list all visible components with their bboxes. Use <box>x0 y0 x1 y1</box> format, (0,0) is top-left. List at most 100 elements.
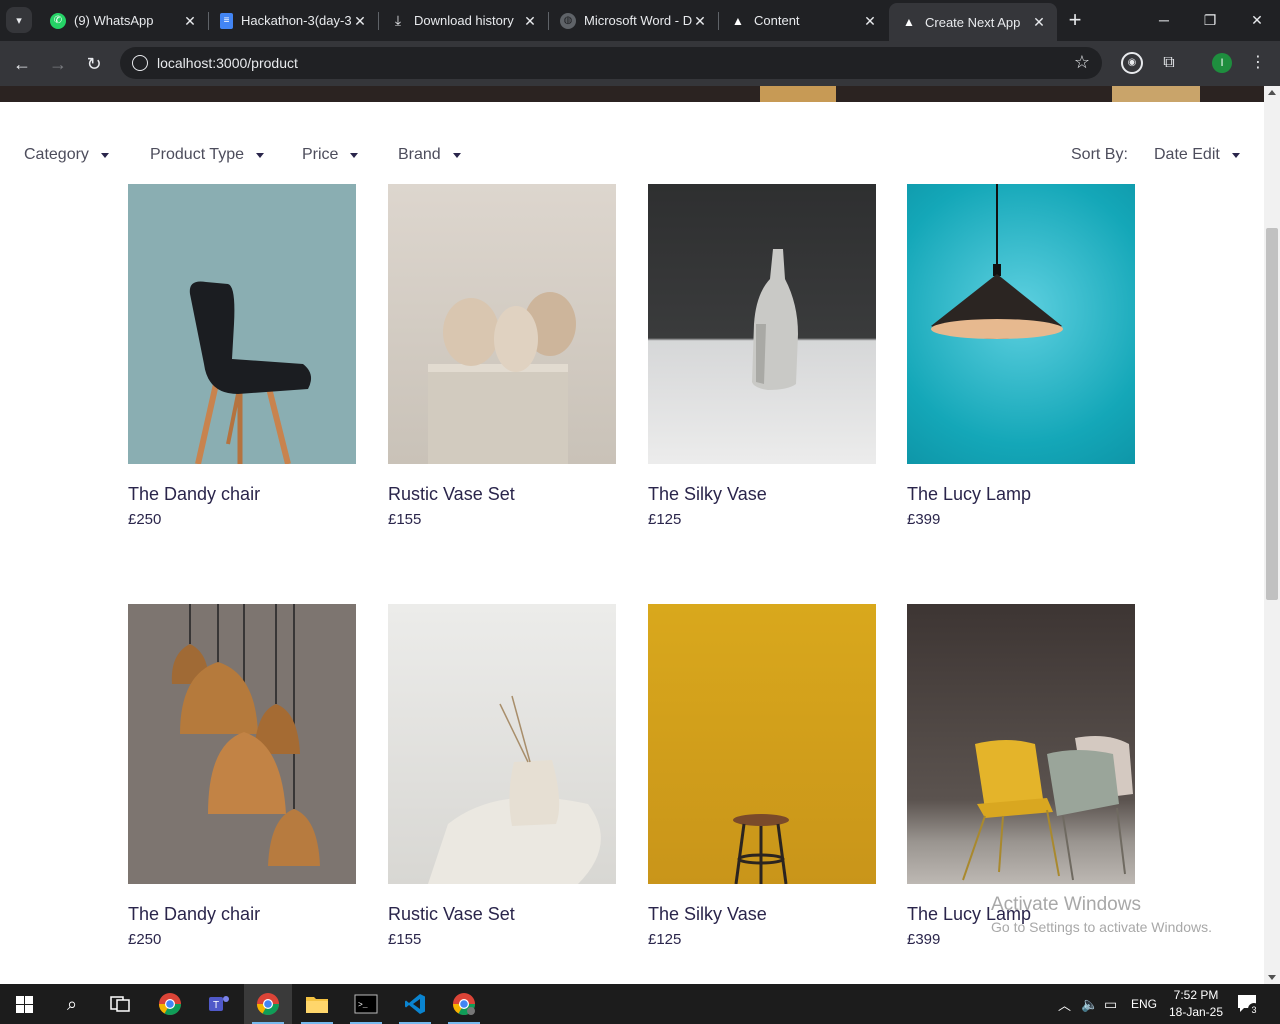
clock-time: 7:52 PM <box>1173 988 1219 1002</box>
price-dropdown[interactable]: Price <box>302 146 359 164</box>
scroll-thumb[interactable] <box>1266 228 1278 600</box>
address-bar[interactable]: localhost:3000/product ☆ <box>120 47 1102 79</box>
more-menu-icon[interactable]: ⋮ <box>1247 52 1269 74</box>
product-card[interactable]: The Lucy Lamp £399 <box>907 184 1135 528</box>
tab-hackathon-doc[interactable]: ≡ Hackathon-3(day-3 ✕ <box>208 4 378 37</box>
product-name[interactable]: The Silky Vase <box>648 904 876 925</box>
windows-start-icon[interactable] <box>0 984 48 1024</box>
product-name[interactable]: Rustic Vase Set <box>388 484 616 505</box>
product-price: £125 <box>648 931 682 948</box>
notification-count: 3 <box>1251 1005 1256 1015</box>
product-card[interactable]: Rustic Vase Set £155 <box>388 184 616 528</box>
extensions-puzzle-icon[interactable]: ⧉ <box>1158 52 1180 74</box>
tab-whatsapp[interactable]: ✆ (9) WhatsApp ✕ <box>38 4 208 37</box>
network-icon[interactable]: ▭ <box>1104 984 1117 1024</box>
brand-label: Brand <box>398 146 441 163</box>
product-name[interactable]: The Lucy Lamp <box>907 484 1135 505</box>
file-explorer-icon[interactable] <box>293 984 341 1024</box>
globe-icon: ◍ <box>560 12 576 29</box>
address-url[interactable]: localhost:3000/product <box>157 55 298 71</box>
docs-icon: ≡ <box>220 12 233 29</box>
tab-close-icon[interactable]: ✕ <box>522 13 538 29</box>
back-arrow-icon[interactable]: ← <box>8 50 36 78</box>
tab-title: (9) WhatsApp <box>74 13 154 28</box>
chrome-profile-icon[interactable] <box>440 984 488 1024</box>
product-card[interactable]: The Silky Vase £125 <box>648 184 876 528</box>
language-indicator[interactable]: ENG <box>1131 984 1157 1024</box>
restore-icon[interactable]: ❐ <box>1187 0 1233 41</box>
task-view-icon[interactable] <box>96 984 144 1024</box>
product-card[interactable]: The Dandy chair £250 <box>128 184 356 528</box>
tab-close-icon[interactable]: ✕ <box>182 13 198 29</box>
product-name[interactable]: Rustic Vase Set <box>388 904 616 925</box>
tab-create-next-app[interactable]: ▲ Create Next App ✕ <box>889 3 1057 41</box>
tab-microsoft-word[interactable]: ◍ Microsoft Word - D ✕ <box>548 4 718 37</box>
caret-down-icon <box>350 152 359 158</box>
forward-arrow-icon[interactable]: → <box>44 50 72 78</box>
product-price: £155 <box>388 511 422 528</box>
product-type-dropdown[interactable]: Product Type <box>150 146 264 164</box>
product-card[interactable]: Rustic Vase Set £155 <box>388 604 616 948</box>
product-card[interactable]: The Dandy chair £250 <box>128 604 356 948</box>
product-image-clay-vases[interactable] <box>388 184 616 464</box>
price-label: Price <box>302 146 339 163</box>
product-image-pendant-lamp[interactable] <box>907 184 1135 464</box>
product-image-copper-lamps[interactable] <box>128 604 356 884</box>
product-type-label: Product Type <box>150 146 244 163</box>
product-image-black-chair[interactable] <box>128 184 356 464</box>
product-card[interactable]: The Silky Vase £125 <box>648 604 876 948</box>
reload-icon[interactable]: ↻ <box>80 50 108 78</box>
tab-title: Hackathon-3(day-3 <box>241 13 352 28</box>
product-name[interactable]: The Dandy chair <box>128 904 356 925</box>
teams-icon[interactable]: T <box>195 984 243 1024</box>
activate-windows-hint: Go to Settings to activate Windows. <box>991 919 1212 935</box>
bookmark-star-icon[interactable]: ☆ <box>1074 52 1090 73</box>
brand-dropdown[interactable]: Brand <box>398 146 461 164</box>
sort-dropdown[interactable]: Date Edit <box>1154 146 1240 164</box>
terminal-icon[interactable]: >_ <box>342 984 390 1024</box>
tab-close-icon[interactable]: ✕ <box>1031 14 1047 30</box>
hero-image-strip <box>0 86 1264 102</box>
whatsapp-icon: ✆ <box>50 12 66 29</box>
tab-title: Microsoft Word - D <box>584 13 692 28</box>
tray-overflow-chevron-icon[interactable]: ︿ <box>1058 984 1071 1024</box>
filter-bar: Category Product Type Price Brand Sort B… <box>0 146 1264 168</box>
search-icon[interactable]: ⌕ <box>48 984 96 1024</box>
scroll-down-arrow-icon[interactable] <box>1268 975 1276 980</box>
category-label: Category <box>24 146 89 163</box>
tab-close-icon[interactable]: ✕ <box>352 13 368 29</box>
new-tab-plus-icon[interactable]: + <box>1063 8 1087 32</box>
product-image-ceramic-vase[interactable] <box>388 604 616 884</box>
caret-down-icon <box>452 152 461 158</box>
chrome-icon[interactable] <box>146 984 194 1024</box>
tab-close-icon[interactable]: ✕ <box>862 13 878 29</box>
product-name[interactable]: The Silky Vase <box>648 484 876 505</box>
product-price: £250 <box>128 511 162 528</box>
page-viewport: Category Product Type Price Brand Sort B… <box>0 86 1264 984</box>
site-info-icon[interactable] <box>132 55 148 71</box>
notification-center-icon[interactable]: 3 <box>1236 984 1260 1024</box>
tab-download-history[interactable]: ⤓ Download history ✕ <box>378 4 548 37</box>
minimize-icon[interactable]: ─ <box>1141 0 1187 41</box>
volume-icon[interactable]: 🔈 <box>1081 984 1098 1024</box>
tab-close-icon[interactable]: ✕ <box>692 13 708 29</box>
tab-content[interactable]: ▲ Content ✕ <box>718 4 888 37</box>
vscode-icon[interactable] <box>391 984 439 1024</box>
product-price: £399 <box>907 511 941 528</box>
product-image-chairs-pair[interactable] <box>907 604 1135 884</box>
svg-text:T: T <box>213 1000 219 1011</box>
chrome-active-icon[interactable] <box>244 984 292 1024</box>
scroll-up-arrow-icon[interactable] <box>1268 90 1276 95</box>
system-clock[interactable]: 7:52 PM 18-Jan-25 <box>1166 987 1226 1021</box>
tab-search-chevron-icon[interactable]: ▾ <box>6 7 32 33</box>
profile-avatar[interactable]: I <box>1212 53 1232 73</box>
clock-date: 18-Jan-25 <box>1168 1005 1224 1019</box>
extension-robot-icon[interactable]: ◉ <box>1121 52 1143 74</box>
close-window-icon[interactable]: ✕ <box>1234 0 1280 41</box>
page-scrollbar[interactable] <box>1264 86 1280 984</box>
product-image-white-vase[interactable] <box>648 184 876 464</box>
activate-windows-watermark: Activate Windows <box>991 894 1141 915</box>
product-image-stool-yellow[interactable] <box>648 604 876 884</box>
product-name[interactable]: The Dandy chair <box>128 484 356 505</box>
category-dropdown[interactable]: Category <box>24 146 109 164</box>
